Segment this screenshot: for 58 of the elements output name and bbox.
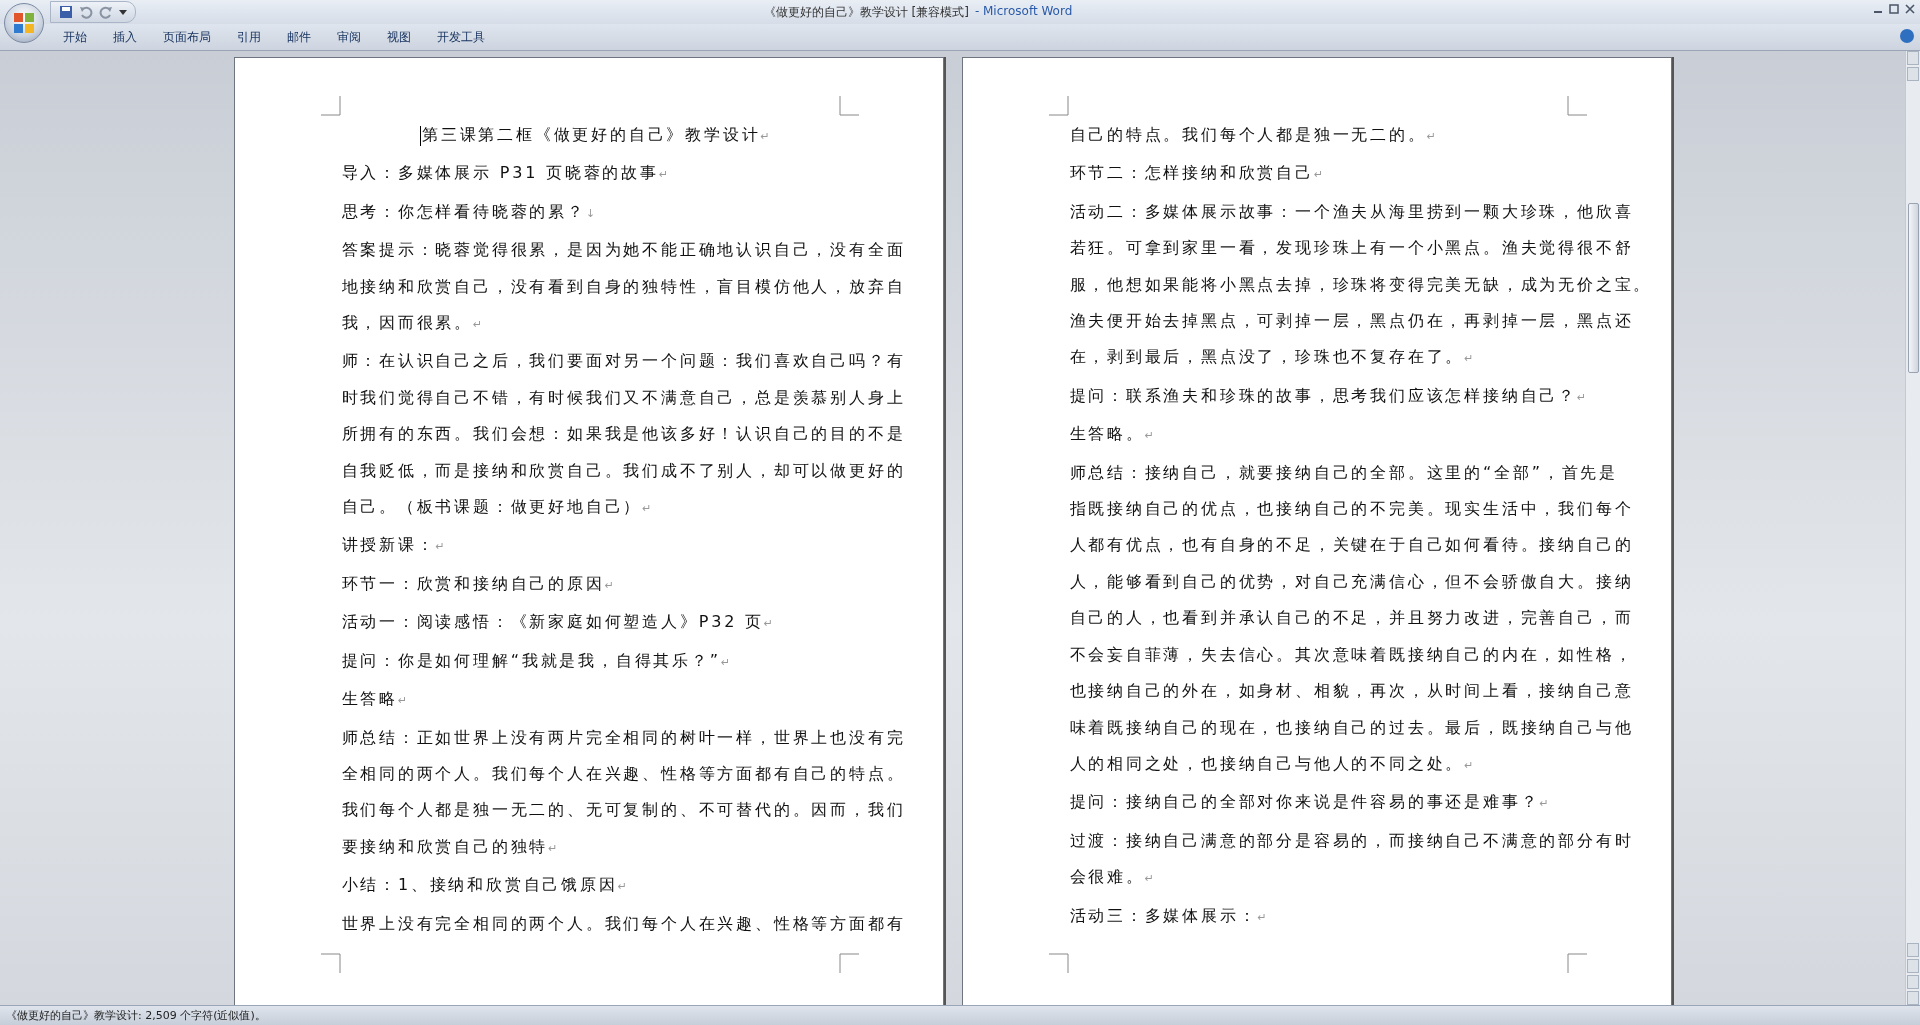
window-title: 《做更好的自己》教学设计 [兼容模式] <box>763 3 969 21</box>
app-name: - Microsoft Word <box>974 3 1073 20</box>
paragraph: 生答略↵ <box>341 688 409 711</box>
paragraph: 师：在认识自己之后，我们要面对另一个问题：我们喜欢自己吗？有 时我们觉得自己不错，有时候我们又不满意自己，总是羡慕别人身上 所拥有的东西。我们会想：如果我是他该多好！认识自己的目的不是 自我贬低，而是接纳和欣赏自己。我们成不了别人，却可以做更好的 自己。（板书课题：做更好地自己）↵ <box>341 350 907 519</box>
crop-mark <box>1566 953 1587 973</box>
paragraph: 活动一：阅读感悟：《新家庭如何塑造人》P32 页↵ <box>341 611 774 634</box>
paragraph: 活动二：多媒体展示故事：一个渔夫从海里捞到一颗大珍珠，他欣喜 若狂。可拿到家里一看，发现珍珠上有一个小黑点。渔夫觉得很不舒 服，他想如果能将小黑点去掉，珍珠将变得完美无缺，成为无价之宝。 渔夫便开始去掉黑点，可剥掉一层，黑点仍在，再剥掉一层，黑点还 在，剥到最后，黑点没了，珍珠也不复存在了。↵ <box>1069 200 1654 369</box>
ribbon-tab[interactable]: 开发工具 <box>424 26 498 48</box>
ribbon-tab[interactable]: 视图 <box>374 26 424 48</box>
dropdown-icon[interactable] <box>119 8 127 16</box>
scroll-down-button[interactable] <box>1907 943 1919 957</box>
paragraph: 环节二：怎样接纳和欣赏自己↵ <box>1069 162 1325 185</box>
paragraph: 活动三：多媒体展示：↵ <box>1069 904 1268 927</box>
paragraph: 世界上没有完全相同的两个人。我们每个人在兴趣、性格等方面都有 <box>341 912 907 935</box>
crop-mark <box>838 96 859 116</box>
undo-icon[interactable] <box>79 5 93 19</box>
paragraph: 导入：多媒体展示 P31 页晓蓉的故事↵ <box>341 162 670 185</box>
paragraph: 讲授新课：↵ <box>341 534 446 557</box>
scroll-up-button[interactable] <box>1907 67 1919 81</box>
next-page-button[interactable] <box>1907 991 1919 1005</box>
paragraph: 自己的特点。我们每个人都是独一无二的。↵ <box>1069 124 1437 146</box>
crop-mark <box>1048 953 1069 973</box>
document-title: 第三课第二框《做更好的自己》教学设计↵ <box>341 117 943 156</box>
paragraph: 提问：接纳自己的全部对你来说是件容易的事还是难事？↵ <box>1069 791 1550 814</box>
status-text: 《做更好的自己》教学设计: 2,509 个字符(近似值)。 <box>6 1008 266 1023</box>
paragraph: 提问：你是如何理解“我就是我，自得其乐？”↵ <box>341 649 732 672</box>
ribbon-tab[interactable]: 邮件 <box>274 26 324 48</box>
paragraph: 生答略。↵ <box>1069 423 1155 446</box>
paragraph: 答案提示：晓蓉觉得很累，是因为她不能正确地认识自己，没有全面 地接纳和欣赏自己，没有看到自身的独特性，盲目模仿他人，放弃自 我，因而很累。↵ <box>341 239 907 335</box>
close-icon[interactable] <box>1904 3 1916 15</box>
crop-mark <box>320 96 341 116</box>
redo-icon[interactable] <box>99 5 113 19</box>
crop-mark <box>1048 96 1069 116</box>
office-logo-icon <box>13 12 35 34</box>
ribbon-tab[interactable]: 引用 <box>224 26 274 48</box>
paragraph: 提问：联系渔夫和珍珠的故事，思考我们应该怎样接纳自己？↵ <box>1069 384 1588 407</box>
previous-page-button[interactable] <box>1907 959 1919 973</box>
ribbon-tab[interactable]: 插入 <box>100 26 150 48</box>
paragraph: 过渡：接纳自己满意的部分是容易的，而接纳自己不满意的部分有时 会很难。↵ <box>1069 829 1635 889</box>
browse-object-button[interactable] <box>1907 975 1919 989</box>
crop-mark <box>1566 96 1587 116</box>
help-icon[interactable] <box>1900 29 1914 43</box>
paragraph: 思考：你怎样看待晓蓉的累？↓ <box>341 200 597 223</box>
paragraph: 师总结：正如世界上没有两片完全相同的树叶一样，世界上也没有完 全相同的两个人。我们每个人在兴趣、性格等方面都有自己的特点。 我们每个人都是独一无二的、无可复制的、不可替代的。因而，我们 要接纳和欣赏自己的独特↵ <box>341 726 907 858</box>
paragraph: 小结：1、接纳和欣赏自己饿原因↵ <box>341 874 628 897</box>
office-button[interactable] <box>4 3 44 43</box>
ribbon-tab[interactable]: 页面布局 <box>150 26 224 48</box>
save-icon[interactable] <box>59 5 73 19</box>
ribbon-tab[interactable]: 审阅 <box>324 26 374 48</box>
scroll-thumb[interactable] <box>1907 203 1919 373</box>
paragraph: 师总结：接纳自己，就要接纳自己的全部。这里的“全部”，首先是 指既接纳自己的优点，也接纳自己的不完美。现实生活中，我们每个 人都有优点，也有自身的不足，关键在于自己如何看待。接纳自己的 人，能够看到自己的优势，对自己充满信心，但不会骄傲自大。接纳 自己的人，也看到并承认自己的不足，并且努力改进，完善自己，而 不会妄自菲薄，失去信心。其次意味着既接纳自己的内在，如性格， 也接纳自己的外在，如身材、相貌，再次，从时间上看，接纳自己意 味着既接纳自己的现在，也接纳自己的过去。最后，既接纳自己与他 人的相同之处，也接纳自己与他人的不同之处。↵ <box>1069 461 1635 775</box>
ribbon-tab[interactable]: 开始 <box>50 26 100 48</box>
maximize-icon[interactable] <box>1888 3 1900 15</box>
crop-mark <box>838 953 859 973</box>
paragraph: 环节一：欣赏和接纳自己的原因↵ <box>341 572 615 595</box>
vertical-scrollbar[interactable] <box>1905 51 1920 1005</box>
ruler-toggle[interactable] <box>1907 51 1919 65</box>
crop-mark <box>320 953 341 973</box>
